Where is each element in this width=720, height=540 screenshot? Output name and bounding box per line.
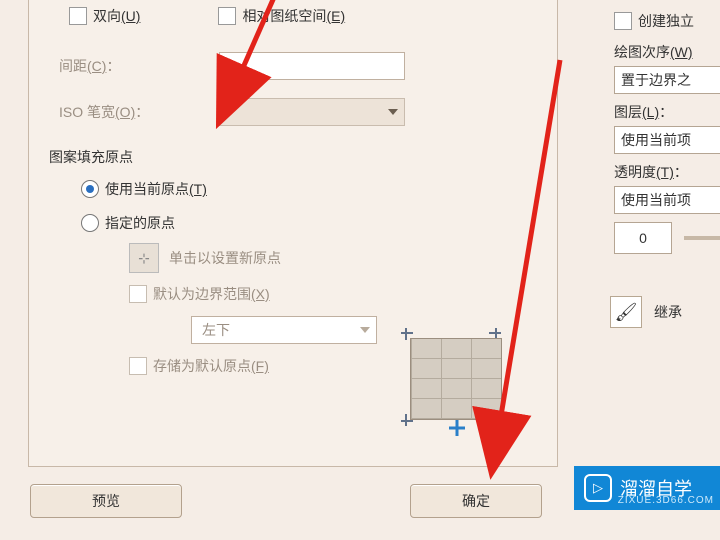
default-extents-checkbox: 默认为边界范围(X) (59, 276, 537, 312)
bidirectional-label: 双向(U) (93, 6, 140, 26)
layer-label: 图层(L)： (592, 102, 720, 122)
chevron-down-icon (360, 327, 370, 333)
right-options-group: 创建独立 绘图次序(W) 置于边界之 图层(L)： 使用当前项 透明度(T)： … (592, 0, 720, 540)
inherit-icon: 🖌 (610, 296, 642, 328)
iso-pen-dropdown[interactable] (219, 98, 405, 126)
preview-button[interactable]: 预览 (30, 484, 182, 518)
chevron-down-icon (388, 109, 398, 115)
play-icon: ▷ (584, 474, 612, 502)
iso-pen-label: ISO 笔宽(O)： (59, 102, 219, 122)
bidirectional-checkbox[interactable]: 双向(U) (69, 6, 140, 26)
spacing-label: 间距(C)： (59, 56, 219, 76)
layer-dropdown[interactable]: 使用当前项 (614, 126, 720, 154)
spacing-input[interactable]: 1 (219, 52, 405, 80)
create-independent-checkbox[interactable]: 创建独立 (592, 6, 720, 36)
watermark: ▷ 溜溜自学 ZIXUE.3D66.COM (574, 466, 720, 510)
checkbox-icon (129, 285, 147, 303)
hatch-preview (407, 338, 507, 436)
specified-origin-label: 指定的原点 (105, 213, 175, 233)
inherit-label: 继承 (654, 302, 682, 322)
checkbox-icon (614, 12, 632, 30)
transparency-dropdown[interactable]: 使用当前项 (614, 186, 720, 214)
create-independent-label: 创建独立 (638, 11, 694, 31)
checkbox-icon (218, 7, 236, 25)
draw-order-value: 置于边界之 (621, 70, 691, 90)
transparency-spinner[interactable]: 0 (614, 222, 672, 254)
radio-icon (81, 180, 99, 198)
origin-position-value: 左下 (202, 320, 230, 340)
transparency-slider[interactable] (684, 236, 720, 240)
set-new-origin-label: 单击以设置新原点 (169, 248, 281, 268)
origin-position-dropdown: 左下 (191, 316, 377, 344)
origin-section-title: 图案填充原点 (49, 147, 133, 167)
inherit-properties-button[interactable]: 🖌 继承 (592, 296, 720, 328)
set-origin-icon: ⊹ (129, 243, 159, 273)
hatch-settings-group: 双向(U) 相对图纸空间(E) 间距(C)： 1 ISO 笔宽(O)： 图案填充… (28, 0, 558, 467)
checkbox-icon (69, 7, 87, 25)
default-extents-label: 默认为边界范围(X) (153, 284, 270, 304)
ok-button[interactable]: 确定 (410, 484, 542, 518)
store-default-origin-label: 存储为默认原点(F) (153, 356, 269, 376)
radio-icon (81, 214, 99, 232)
layer-value: 使用当前项 (621, 130, 691, 150)
set-new-origin-button: ⊹ 单击以设置新原点 (59, 240, 537, 276)
draw-order-label: 绘图次序(W) (592, 42, 720, 62)
draw-order-dropdown[interactable]: 置于边界之 (614, 66, 720, 94)
specified-origin-radio[interactable]: 指定的原点 (59, 206, 537, 240)
use-current-origin-label: 使用当前原点(T) (105, 179, 207, 199)
relative-paperspace-label: 相对图纸空间(E) (242, 6, 345, 26)
transparency-value: 使用当前项 (621, 190, 691, 210)
relative-paperspace-checkbox[interactable]: 相对图纸空间(E) (218, 6, 345, 26)
checkbox-icon (129, 357, 147, 375)
watermark-url: ZIXUE.3D66.COM (618, 495, 714, 506)
transparency-label: 透明度(T)： (592, 162, 720, 182)
use-current-origin-radio[interactable]: 使用当前原点(T) (59, 172, 537, 206)
